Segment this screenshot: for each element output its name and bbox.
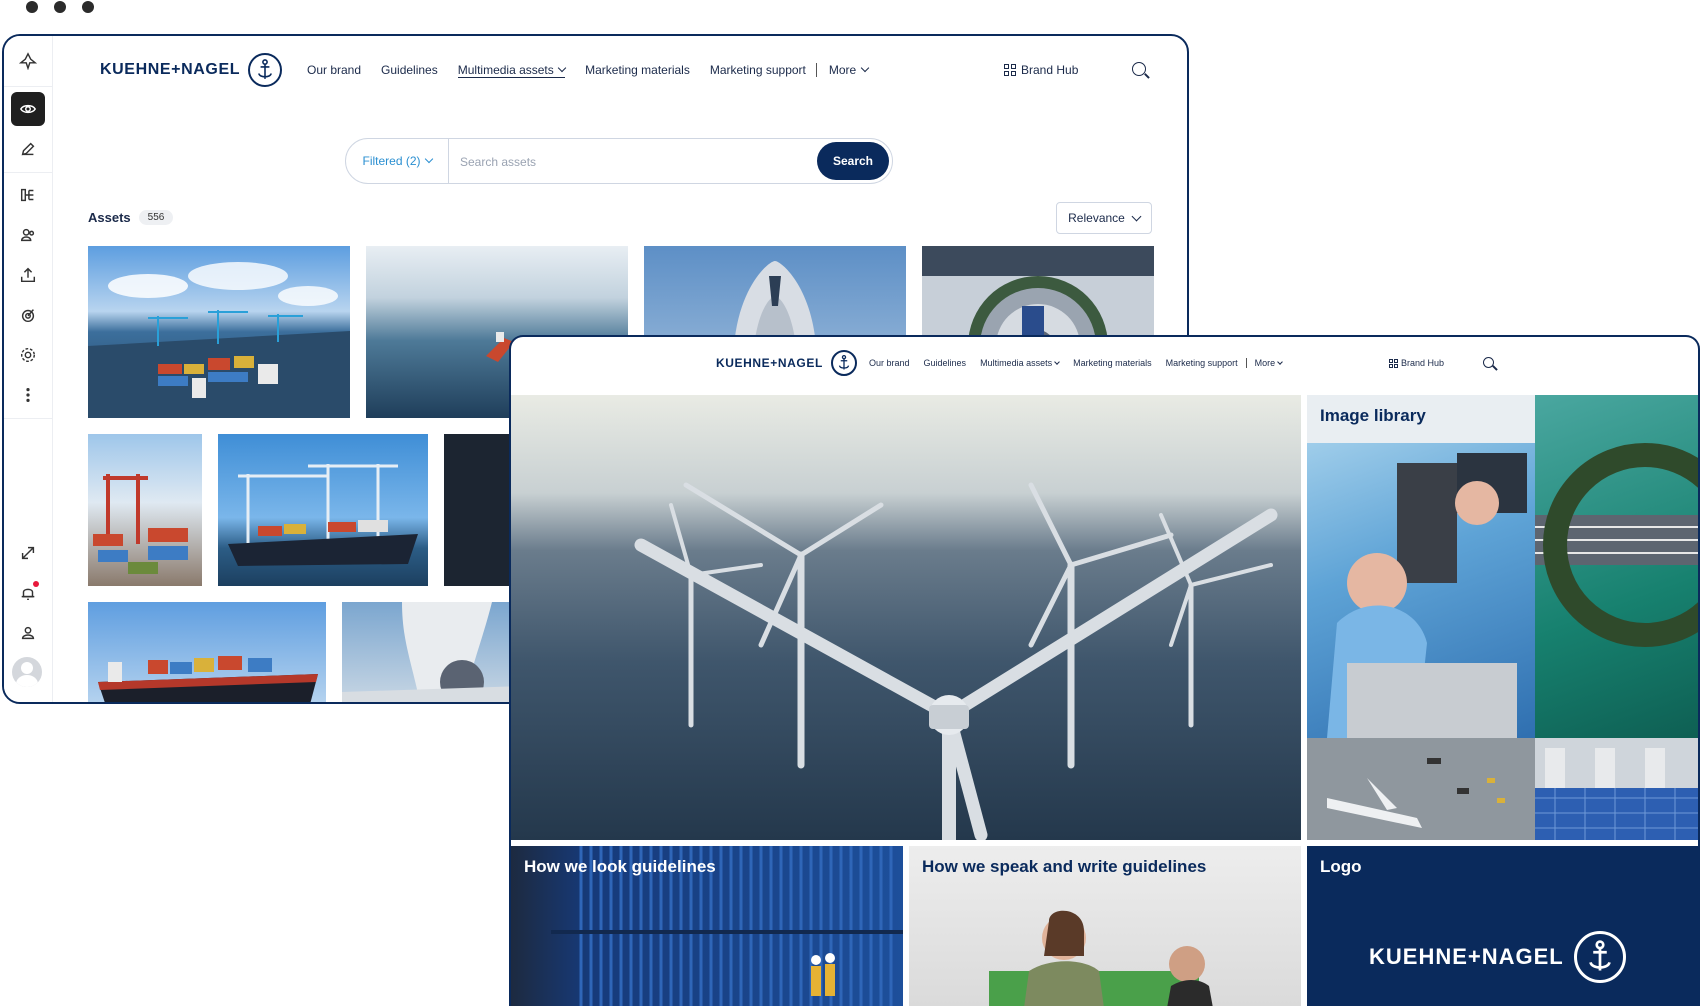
team-icon[interactable]: [11, 616, 45, 650]
how-we-look-title: How we look guidelines: [524, 857, 716, 876]
window-controls: [26, 0, 94, 14]
brand-logo[interactable]: KUEHNE+NAGEL: [100, 52, 283, 88]
expand-icon[interactable]: [11, 536, 45, 570]
nav-multimedia-assets[interactable]: Multimedia assets: [457, 62, 567, 78]
app-logo-icon[interactable]: [11, 44, 45, 78]
asset-thumbnail[interactable]: [88, 602, 326, 702]
target-icon[interactable]: [11, 298, 45, 332]
brand-logo[interactable]: KUEHNE+NAGEL: [716, 349, 857, 377]
chevron-down-icon: [1131, 211, 1142, 221]
brand-hub-link[interactable]: Brand Hub: [1389, 356, 1444, 370]
brand-hub-link[interactable]: Brand Hub: [1004, 60, 1078, 80]
nav-more-label: More: [1254, 358, 1276, 368]
nav-marketing-materials[interactable]: Marketing materials: [1073, 358, 1152, 368]
hero-image: [511, 395, 1301, 840]
notification-dot: [33, 581, 39, 587]
chevron-down-icon: [557, 63, 567, 72]
nav-marketing-support[interactable]: Marketing support: [1166, 358, 1238, 368]
brand-hub-label: Brand Hub: [1021, 63, 1079, 77]
how-we-speak-panel[interactable]: How we speak and write guidelines: [909, 846, 1301, 1006]
nav-guidelines[interactable]: Guidelines: [381, 63, 438, 77]
search-input[interactable]: [458, 149, 782, 175]
image-library-title: Image library: [1320, 406, 1426, 425]
anchor-icon: [1573, 931, 1626, 983]
more-vertical-icon[interactable]: [11, 378, 45, 412]
how-we-speak-title: How we speak and write guidelines: [922, 857, 1207, 876]
asset-thumbnail[interactable]: [342, 602, 524, 702]
how-we-look-panel[interactable]: How we look guidelines: [511, 846, 903, 1006]
search-button[interactable]: Search: [817, 142, 889, 180]
asset-thumbnail[interactable]: [218, 434, 428, 586]
nav-divider: [815, 63, 817, 77]
sort-dropdown[interactable]: Relevance: [1056, 202, 1152, 234]
avatar[interactable]: [12, 657, 42, 687]
nav-our-brand[interactable]: Our brand: [307, 63, 361, 77]
bell-icon[interactable]: [11, 576, 45, 610]
nav-marketing-support[interactable]: Marketing support: [710, 63, 806, 77]
main-nav: Our brand Guidelines Multimedia assets M…: [869, 356, 1284, 370]
window-dot-minimize[interactable]: [54, 1, 66, 13]
grid-icon: [1389, 358, 1398, 368]
anchor-icon: [830, 350, 857, 376]
window-dot-close[interactable]: [26, 1, 38, 13]
main-nav: Our brand Guidelines Multimedia assets M…: [307, 60, 869, 80]
nav-multimedia-assets[interactable]: Multimedia assets: [980, 358, 1060, 368]
workflow-icon[interactable]: [11, 178, 45, 212]
nav-more[interactable]: More: [1254, 358, 1284, 368]
nav-more[interactable]: More: [828, 63, 869, 77]
brand-wordmark: KUEHNE+NAGEL: [716, 356, 823, 370]
logo-title: Logo: [1320, 857, 1362, 876]
eye-icon[interactable]: [11, 92, 45, 126]
assets-count-badge: 556: [138, 210, 174, 225]
filter-dropdown[interactable]: Filtered (2): [346, 139, 449, 183]
sort-label: Relevance: [1068, 211, 1125, 225]
sidebar: [4, 36, 53, 702]
upload-icon[interactable]: [11, 258, 45, 292]
asset-thumbnail[interactable]: [88, 434, 202, 586]
nav-more-label: More: [828, 63, 857, 77]
chevron-down-icon: [1054, 359, 1060, 365]
nav-multimedia-assets-label: Multimedia assets: [457, 62, 554, 77]
search-icon[interactable]: [1132, 62, 1146, 76]
nav-divider: [1245, 358, 1247, 368]
chevron-down-icon: [424, 154, 433, 164]
brand-wordmark: KUEHNE+NAGEL: [100, 61, 241, 78]
nav-our-brand[interactable]: Our brand: [869, 358, 910, 368]
assets-label: Assets: [88, 210, 131, 225]
nav-guidelines[interactable]: Guidelines: [924, 358, 967, 368]
asset-search-bar: Filtered (2) Search: [345, 138, 893, 184]
pencil-icon[interactable]: [11, 132, 45, 166]
logo-panel[interactable]: Logo KUEHNE+NAGEL: [1307, 846, 1698, 1006]
chevron-down-icon: [1277, 359, 1284, 365]
brand-hub-label: Brand Hub: [1401, 358, 1445, 368]
grid-icon: [1004, 64, 1016, 76]
nav-multimedia-assets-label: Multimedia assets: [980, 358, 1053, 368]
window-dot-maximize[interactable]: [82, 1, 94, 13]
nav-marketing-materials[interactable]: Marketing materials: [585, 63, 690, 77]
image-library-panel[interactable]: Image library: [1307, 395, 1698, 840]
logo-lockup: KUEHNE+NAGEL: [1369, 930, 1626, 984]
gear-icon[interactable]: [11, 338, 45, 372]
filter-label: Filtered (2): [362, 154, 421, 168]
assets-heading: Assets 556: [88, 210, 174, 225]
logo-wordmark: KUEHNE+NAGEL: [1369, 944, 1564, 969]
chevron-down-icon: [860, 63, 869, 73]
anchor-icon: [248, 53, 283, 87]
users-icon[interactable]: [11, 218, 45, 252]
asset-thumbnail[interactable]: [88, 246, 350, 418]
brand-hub-window: KUEHNE+NAGEL Our brand Guidelines Multim…: [509, 335, 1700, 1006]
search-icon[interactable]: [1483, 357, 1494, 368]
